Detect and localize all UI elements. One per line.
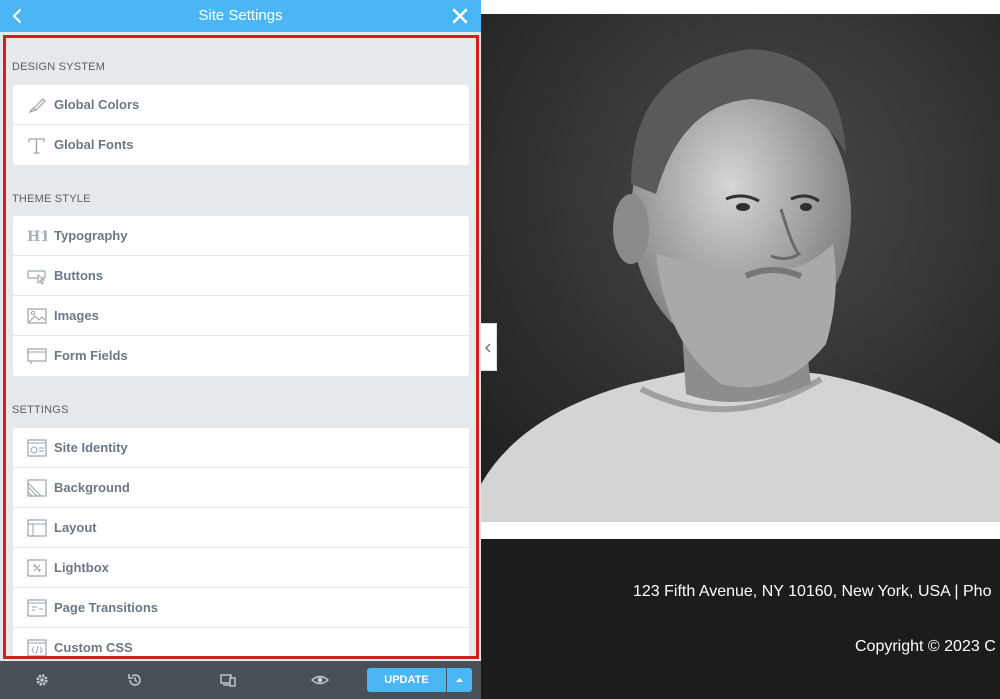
background-icon: [27, 479, 47, 497]
settings-item-layout[interactable]: Layout: [13, 508, 469, 548]
eye-icon[interactable]: [310, 671, 330, 689]
update-options-button[interactable]: [447, 668, 472, 692]
settings-item-site-identity[interactable]: Site Identity: [13, 428, 469, 468]
settings-item-label: Form Fields: [54, 348, 128, 363]
group-design-system: Global Colors Global Fonts: [13, 85, 469, 165]
settings-item-label: Global Colors: [54, 97, 140, 112]
settings-list[interactable]: DESIGN SYSTEM Global Colors Global Fonts…: [3, 35, 479, 659]
settings-item-global-colors[interactable]: Global Colors: [13, 85, 469, 125]
font-icon: [27, 136, 47, 154]
settings-item-label: Page Transitions: [54, 600, 159, 615]
settings-item-label: Buttons: [54, 268, 104, 283]
settings-item-images[interactable]: Images: [13, 296, 469, 336]
panel-title: Site Settings: [198, 7, 283, 24]
svg-text:H1: H1: [27, 229, 47, 245]
page-preview: 123 Fifth Avenue, NY 10160, New York, US…: [481, 0, 1000, 699]
heading-icon: H1: [27, 227, 50, 245]
group-theme-style: H1 Typography Buttons Images F: [13, 216, 469, 376]
settings-item-typography[interactable]: H1 Typography: [13, 216, 469, 256]
panel-footer: UPDATE: [0, 661, 481, 699]
settings-item-buttons[interactable]: Buttons: [13, 256, 469, 296]
settings-item-label: Images: [54, 308, 99, 323]
site-identity-icon: [27, 439, 47, 457]
panel-collapse-toggle[interactable]: [481, 323, 497, 371]
section-title-theme-style: THEME STYLE: [12, 193, 91, 205]
section-title-design-system: DESIGN SYSTEM: [12, 61, 106, 73]
settings-item-label: Layout: [54, 520, 97, 535]
settings-item-form-fields[interactable]: Form Fields: [13, 336, 469, 376]
section-title-settings: SETTINGS: [12, 404, 69, 416]
chevron-left-icon: [481, 343, 497, 376]
gear-icon[interactable]: [33, 671, 51, 689]
site-footer: 123 Fifth Avenue, NY 10160, New York, US…: [481, 539, 1000, 699]
settings-item-global-fonts[interactable]: Global Fonts: [13, 125, 469, 165]
image-icon: [27, 307, 47, 325]
footer-copyright: Copyright © 2023 C: [855, 638, 996, 655]
caret-up-icon: [447, 678, 472, 696]
settings-item-background[interactable]: Background: [13, 468, 469, 508]
settings-item-page-transitions[interactable]: Page Transitions: [13, 588, 469, 628]
settings-item-custom-css[interactable]: Custom CSS: [13, 628, 469, 656]
settings-item-label: Global Fonts: [54, 137, 134, 152]
lightbox-icon: [27, 559, 47, 577]
settings-item-label: Site Identity: [54, 440, 128, 455]
settings-item-label: Typography: [54, 228, 128, 243]
panel-header: Site Settings: [0, 0, 481, 32]
button-icon: [27, 267, 47, 285]
form-field-icon: [27, 347, 47, 365]
code-icon: [27, 639, 47, 656]
responsive-icon[interactable]: [219, 671, 237, 689]
settings-item-label: Background: [54, 480, 130, 495]
close-icon[interactable]: [449, 5, 471, 27]
update-button[interactable]: UPDATE: [367, 668, 446, 692]
settings-item-lightbox[interactable]: Lightbox: [13, 548, 469, 588]
portrait-photo: [481, 14, 1000, 522]
layout-icon: [27, 519, 47, 537]
footer-address: 123 Fifth Avenue, NY 10160, New York, US…: [633, 583, 992, 600]
brush-icon: [27, 96, 47, 114]
history-icon[interactable]: [126, 671, 144, 689]
page-transitions-icon: [27, 599, 47, 617]
settings-item-label: Lightbox: [54, 560, 109, 575]
site-settings-panel: Site Settings DESIGN SYSTEM Global Color…: [0, 0, 481, 699]
settings-item-label: Custom CSS: [54, 640, 133, 655]
group-settings: Site Identity Background Layout Lightbox: [13, 428, 469, 656]
